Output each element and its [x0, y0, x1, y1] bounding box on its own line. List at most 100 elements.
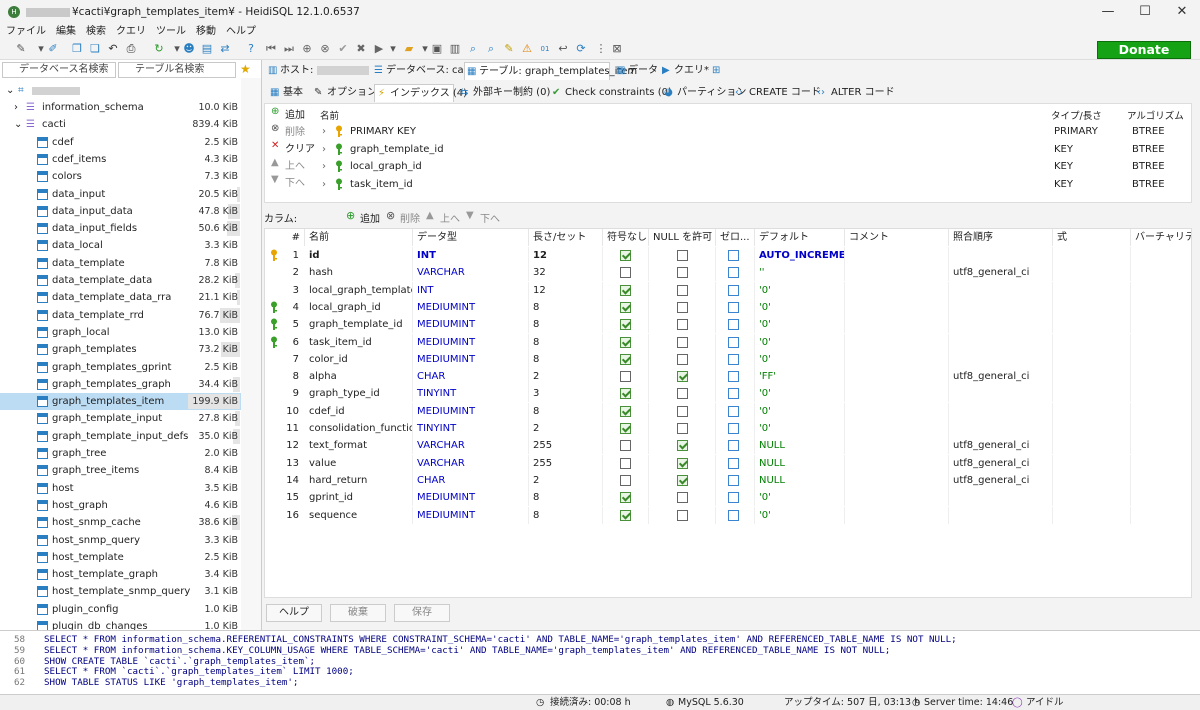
default-cell[interactable]: '0'	[755, 281, 845, 299]
data-type-cell[interactable]: MEDIUMINT	[413, 333, 529, 351]
default-cell[interactable]: '0'	[755, 350, 845, 368]
virtuality-cell[interactable]	[1131, 455, 1191, 472]
allow-null-checkbox[interactable]	[677, 509, 688, 521]
grid-header-cell[interactable]: デフォルト	[755, 229, 845, 246]
column-row[interactable]: 1 idINT12 AUTO_INCREME...	[265, 247, 1191, 264]
length-cell[interactable]: 8	[529, 298, 603, 316]
save-button[interactable]: 保存	[394, 604, 450, 622]
comment-cell[interactable]	[845, 489, 949, 507]
allow-null-checkbox[interactable]	[677, 492, 688, 504]
unsigned-checkbox[interactable]	[620, 474, 631, 486]
tab-table[interactable]: ▦ テーブル: graph_templates_item	[464, 62, 637, 80]
move-column-down-button[interactable]: 下へ	[480, 210, 500, 225]
column-name-cell[interactable]: text_format	[305, 437, 413, 455]
grid-header-cell[interactable]: 照合順序	[949, 229, 1053, 246]
cancel-icon[interactable]: ✖	[354, 42, 368, 56]
comment-cell[interactable]	[845, 350, 949, 368]
tree-table-row[interactable]: host 3.5 KiB	[0, 480, 241, 497]
menu-goto[interactable]: 移動	[192, 24, 220, 40]
collation-cell[interactable]	[949, 385, 1053, 403]
tab-alter-code[interactable]: ‹› ALTER コード	[816, 84, 895, 102]
tab-partitions[interactable]: ◕ パーティション	[662, 84, 746, 102]
index-row[interactable]: › PRIMARY KEY PRIMARY BTREE	[320, 123, 1185, 140]
comment-cell[interactable]	[845, 402, 949, 420]
virtuality-cell[interactable]	[1131, 299, 1191, 316]
comment-cell[interactable]	[845, 333, 949, 351]
close-button[interactable]: ✕	[1162, 2, 1200, 22]
length-cell[interactable]: 12	[529, 281, 603, 299]
maximize-button[interactable]: ☐	[1125, 2, 1165, 22]
dropdown-arrow-icon[interactable]: ▾	[386, 42, 400, 56]
search-icon[interactable]: ⌕	[466, 42, 480, 56]
zerofill-checkbox[interactable]	[728, 284, 739, 296]
column-name-cell[interactable]: hash	[305, 264, 413, 282]
column-row[interactable]: 8 alpha CHAR 2 'FF' utf8_general_ci	[265, 368, 1191, 386]
column-row[interactable]: 5 graph_template_id MEDIUMINT 8 '0'	[265, 316, 1191, 334]
minimize-button[interactable]: —	[1088, 2, 1128, 22]
undo-icon[interactable]: ↶	[106, 42, 120, 56]
column-row[interactable]: 11 consolidation_functio... TINYINT 2 '0'	[265, 420, 1191, 437]
tree-server-row[interactable]: ⌄ ⌗	[0, 82, 241, 99]
virtuality-cell[interactable]	[1131, 334, 1191, 351]
collation-cell[interactable]	[949, 506, 1053, 524]
tree-table-row[interactable]: host_template_snmp_query 3.1 KiB	[0, 583, 241, 600]
zerofill-checkbox[interactable]	[728, 509, 739, 521]
allow-null-checkbox[interactable]	[677, 353, 688, 365]
column-row[interactable]: 4 local_graph_id MEDIUMINT 8 '0'	[265, 298, 1191, 316]
tab-query[interactable]: ▶ クエリ*	[660, 62, 709, 80]
help-icon[interactable]: ?	[244, 42, 258, 56]
expression-cell[interactable]	[1053, 298, 1131, 316]
length-cell[interactable]: 3	[529, 385, 603, 403]
allow-null-checkbox[interactable]	[677, 423, 688, 434]
virtuality-cell[interactable]	[1131, 403, 1191, 420]
sync-icon[interactable]: ⇄	[218, 42, 232, 56]
allow-null-checkbox[interactable]	[677, 405, 688, 417]
grid-header-cell[interactable]: 式	[1053, 229, 1131, 246]
data-type-cell[interactable]: VARCHAR	[413, 264, 529, 282]
paste-icon[interactable]: ❏	[88, 42, 102, 56]
length-cell[interactable]: 255	[529, 454, 603, 472]
favorite-star-icon[interactable]: ★	[240, 62, 251, 76]
default-cell[interactable]: AUTO_INCREME...	[755, 247, 845, 264]
donate-button[interactable]: Donate	[1097, 41, 1191, 59]
remove-index-button[interactable]: ⊗ 削除	[271, 123, 305, 138]
unsigned-checkbox[interactable]	[620, 405, 631, 417]
column-row[interactable]: 2 hash VARCHAR 32 '' utf8_general_ci	[265, 264, 1191, 282]
default-cell[interactable]: '0'	[755, 489, 845, 507]
comment-cell[interactable]	[845, 298, 949, 316]
tree-table-row[interactable]: data_local 3.3 KiB	[0, 237, 241, 254]
menu-search[interactable]: 検索	[82, 24, 110, 40]
delete-row-icon[interactable]: ⊗	[318, 42, 332, 56]
exit-icon[interactable]: ⊠	[610, 42, 624, 56]
grid-header-cell[interactable]: ゼロ...	[716, 229, 755, 246]
collation-cell[interactable]: utf8_general_ci	[949, 264, 1053, 282]
grid-header-cell[interactable]: コメント	[845, 229, 949, 246]
export-icon[interactable]: ▤	[200, 42, 214, 56]
menu-edit[interactable]: 編集	[52, 24, 80, 40]
tree-table-row[interactable]: host_snmp_cache 38.6 KiB	[0, 514, 241, 531]
data-type-cell[interactable]: MEDIUMINT	[413, 350, 529, 368]
tab-indexes[interactable]: ⚡ インデックス (4)	[374, 84, 467, 102]
column-row[interactable]: 10 cdef_id MEDIUMINT 8 '0'	[265, 402, 1191, 420]
expression-cell[interactable]	[1053, 350, 1131, 368]
length-cell[interactable]: 32	[529, 264, 603, 282]
find-next-icon[interactable]: ⌕	[484, 42, 498, 56]
move-column-up-button[interactable]: 上へ	[440, 210, 460, 225]
data-type-cell[interactable]: CHAR	[413, 368, 529, 386]
column-name-cell[interactable]: consolidation_functio...	[305, 420, 413, 437]
add-column-button[interactable]: 追加	[360, 210, 380, 225]
tree-table-row[interactable]: host_template_graph 3.4 KiB	[0, 566, 241, 583]
index-row[interactable]: › graph_template_id KEY BTREE	[320, 141, 1185, 158]
default-cell[interactable]: '0'	[755, 506, 845, 524]
unsigned-checkbox[interactable]	[620, 492, 631, 504]
column-name-cell[interactable]: alpha	[305, 368, 413, 386]
help-button[interactable]: ヘルプ	[266, 604, 322, 622]
unsigned-checkbox[interactable]	[620, 336, 631, 348]
data-type-cell[interactable]: MEDIUMINT	[413, 298, 529, 316]
tab-create-code[interactable]: ‹› CREATE コード	[734, 84, 821, 102]
clear-index-button[interactable]: ✕ クリア	[271, 140, 315, 155]
allow-null-checkbox[interactable]	[677, 336, 688, 348]
sql-log[interactable]: 58 SELECT * FROM information_schema.REFER…	[0, 630, 1200, 694]
tree-table-row[interactable]: graph_templates_item 199.9 KiB	[0, 393, 241, 411]
column-row[interactable]: 9 graph_type_id TINYINT 3 '0'	[265, 385, 1191, 403]
